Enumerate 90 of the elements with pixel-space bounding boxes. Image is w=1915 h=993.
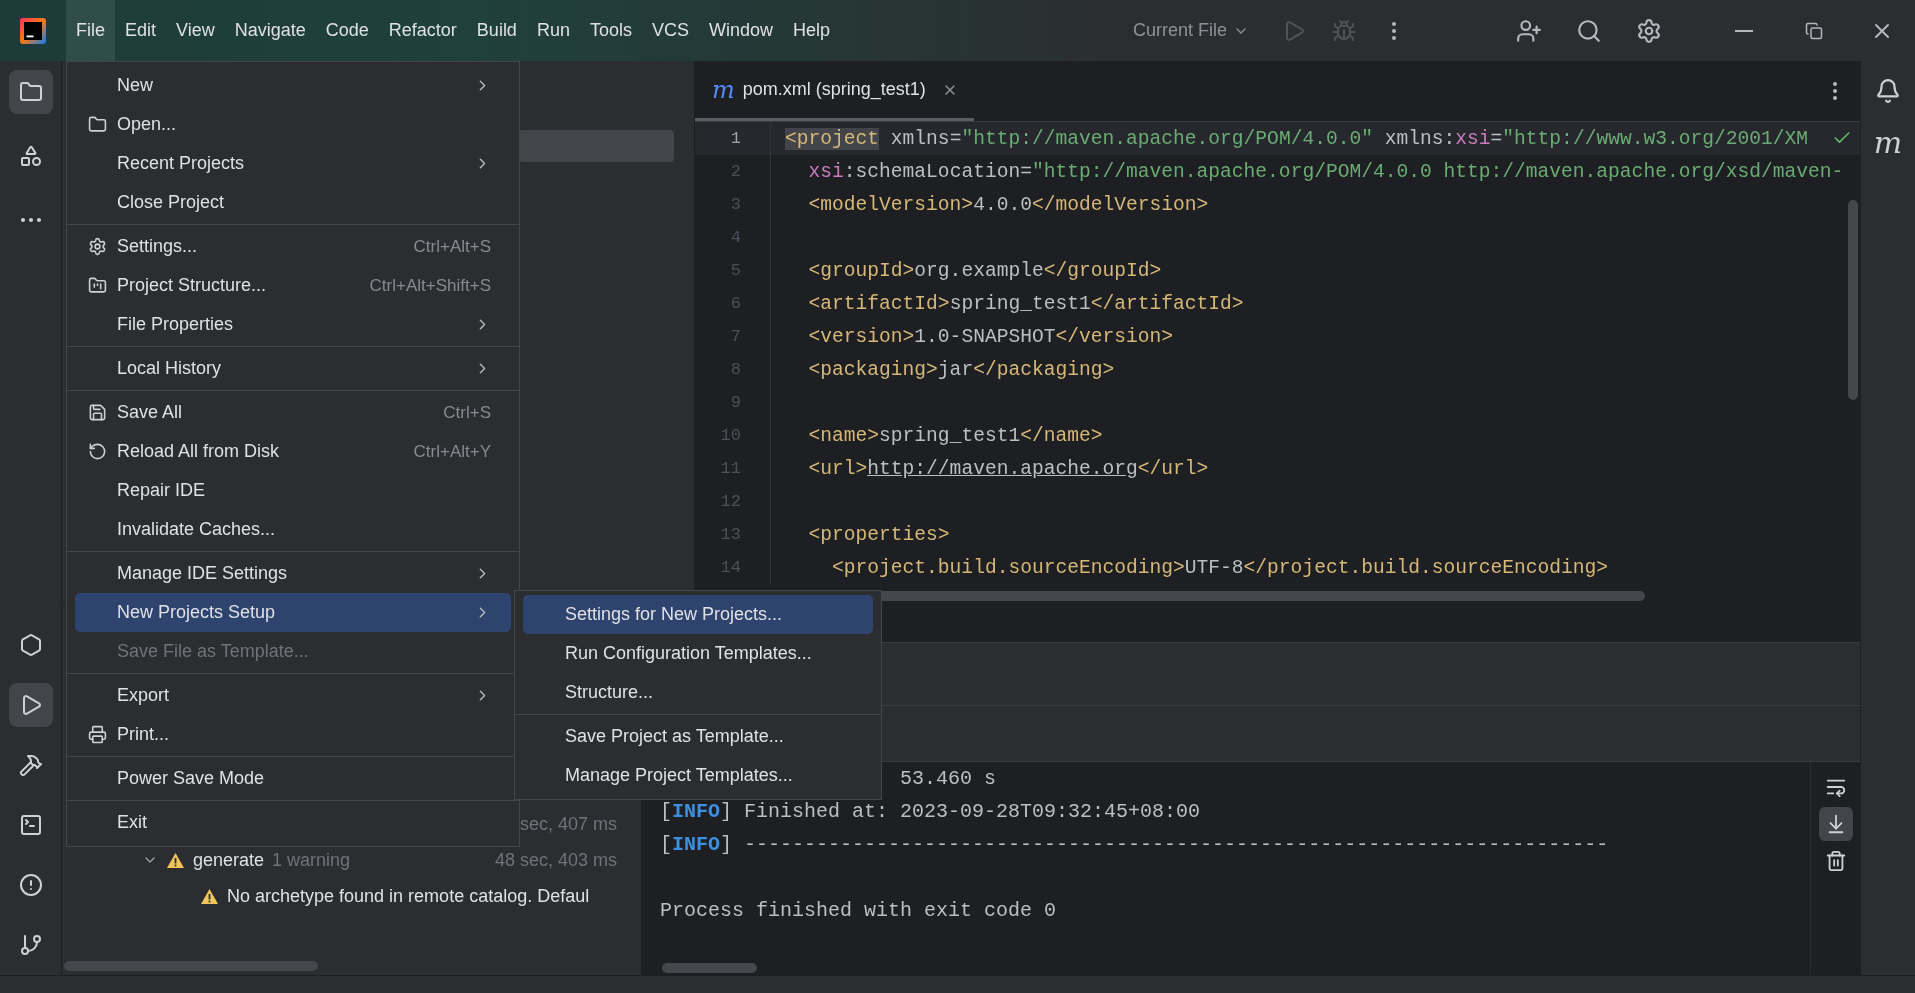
hammer-icon xyxy=(18,753,43,777)
menu-bar-item[interactable]: View xyxy=(166,0,225,61)
scrollbar-thumb[interactable] xyxy=(662,963,757,973)
code-line: <url>http://maven.apache.org</url> xyxy=(807,457,1209,480)
restore-icon xyxy=(1805,21,1823,40)
folder-icon xyxy=(18,80,43,104)
menu-bar-item[interactable]: VCS xyxy=(641,0,699,61)
code-line: <modelVersion>4.0.0</modelVersion> xyxy=(807,193,1209,216)
menu-item[interactable]: Local History xyxy=(75,349,511,388)
scrollbar-thumb[interactable] xyxy=(64,961,318,971)
menu-item[interactable]: Settings... Ctrl+Alt+S xyxy=(75,227,511,266)
maven-tool-button[interactable]: m xyxy=(1867,123,1909,163)
scrollbar-thumb[interactable] xyxy=(1848,200,1858,400)
problems-icon xyxy=(18,873,43,897)
menu-item[interactable]: Power Save Mode xyxy=(75,759,511,798)
folder-icon xyxy=(88,115,107,134)
more-icon xyxy=(1833,82,1837,100)
settings-icon xyxy=(88,237,107,256)
git-branch-icon xyxy=(18,933,43,957)
menu-item[interactable]: Save All Ctrl+S xyxy=(75,393,511,432)
line-number: 1 xyxy=(695,122,771,155)
menu-item[interactable]: Settings for New Projects... xyxy=(523,595,873,634)
menu-bar-item[interactable]: Help xyxy=(783,0,841,61)
warning-icon xyxy=(166,851,185,869)
more-icon xyxy=(1392,21,1396,40)
code-line: <groupId>org.example</groupId> xyxy=(807,259,1162,282)
menu-bar-item[interactable]: Build xyxy=(466,0,527,61)
menu-item[interactable]: Save Project as Template... xyxy=(523,717,873,756)
menu-bar-item[interactable]: Code xyxy=(315,0,379,61)
reload-icon xyxy=(88,442,107,461)
code-line: <name>spring_test1</name> xyxy=(807,424,1103,447)
code-line: <project xmlns="http://maven.apache.org/POM/4.0.0" xmlns:xsi="http://www.w3.org/2001/XM xyxy=(784,127,1809,150)
more-icon xyxy=(20,218,41,222)
menu-item[interactable]: Reload All from Disk Ctrl+Alt+Y xyxy=(75,432,511,471)
menu-bar-item[interactable]: Navigate xyxy=(224,0,316,61)
console-line: Process finished with exit code 0 xyxy=(660,898,1057,924)
menu-item[interactable]: File Properties xyxy=(75,305,511,344)
menu-bar-item[interactable]: Run xyxy=(526,0,580,61)
menu-item[interactable]: Structure... xyxy=(523,673,873,712)
app-logo-icon xyxy=(20,17,46,44)
code-line: xsi:schemaLocation="http://maven.apache.org/POM/4.0.0 http://maven.apache.org/xsd/maven- xyxy=(807,160,1844,183)
duration-text: 48 sec, 403 ms xyxy=(494,849,617,871)
minimize-icon xyxy=(1735,29,1753,32)
menu-bar-item[interactable]: Refactor xyxy=(378,0,467,61)
menu-item[interactable]: Print... xyxy=(75,715,511,754)
warning-icon xyxy=(200,887,219,905)
code-line: <version>1.0-SNAPSHOT</version> xyxy=(807,325,1174,348)
menu-item[interactable]: Invalidate Caches... xyxy=(75,510,511,549)
bell-icon xyxy=(1875,78,1901,104)
printer-icon xyxy=(88,725,107,744)
menu-bar-item[interactable]: Edit xyxy=(115,0,167,61)
run-tool-button[interactable] xyxy=(8,683,53,727)
menu-item[interactable]: Run Configuration Templates... xyxy=(523,634,873,673)
menu-item[interactable]: Repair IDE xyxy=(75,471,511,510)
bug-icon xyxy=(1332,18,1356,43)
search-icon xyxy=(1576,17,1602,44)
trash-icon xyxy=(1824,850,1847,872)
menu-item[interactable]: Close Project xyxy=(75,183,511,222)
code-line: <artifactId>spring_test1</artifactId> xyxy=(807,292,1244,315)
console-line: 53.460 s xyxy=(900,766,997,792)
scroll-to-end-button[interactable] xyxy=(1818,807,1853,841)
run-config-dropdown[interactable]: Current File xyxy=(1122,14,1259,47)
project-structure-icon xyxy=(88,276,107,295)
duration-text: sec, 407 ms xyxy=(519,813,617,835)
code-line: <packaging>jar</packaging> xyxy=(807,358,1115,381)
menu-bar-item[interactable]: File xyxy=(66,0,115,61)
code-line: <properties> xyxy=(807,523,950,546)
terminal-icon xyxy=(18,813,43,837)
console-line: [INFO] Finished at: 2023-09-28T09:32:45+08:00 xyxy=(660,799,1201,825)
folder-tool-button[interactable] xyxy=(8,70,53,114)
menu-item[interactable]: Open... xyxy=(75,105,511,144)
task-label: generate xyxy=(193,849,265,871)
menu-item[interactable]: New xyxy=(75,66,511,105)
structure-icon xyxy=(18,144,43,168)
menu-bar-item[interactable]: Tools xyxy=(579,0,642,61)
code-line: <project.build.sourceEncoding>UTF-8</project.build.sourceEncoding> xyxy=(831,556,1609,579)
menu-item[interactable]: Manage Project Templates... xyxy=(523,756,873,795)
console-line: [INFO] ------------------------------------------------------------------------ xyxy=(660,832,1609,858)
menu-item[interactable]: Exit xyxy=(75,803,511,842)
menu-item[interactable]: New Projects Setup xyxy=(75,593,511,632)
menu-item[interactable]: Recent Projects xyxy=(75,144,511,183)
menu-item[interactable]: Export xyxy=(75,676,511,715)
services-icon xyxy=(18,633,43,657)
warning-count: 1 warning xyxy=(272,849,351,871)
warning-message: No archetype found in remote catalog. Defaul xyxy=(227,885,590,907)
add-user-icon xyxy=(1516,17,1542,44)
menu-item[interactable]: Manage IDE Settings xyxy=(75,554,511,593)
menu-item[interactable]: Project Structure... Ctrl+Alt+Shift+S xyxy=(75,266,511,305)
menu-bar-item[interactable]: Window xyxy=(698,0,783,61)
settings-icon xyxy=(1636,17,1662,44)
